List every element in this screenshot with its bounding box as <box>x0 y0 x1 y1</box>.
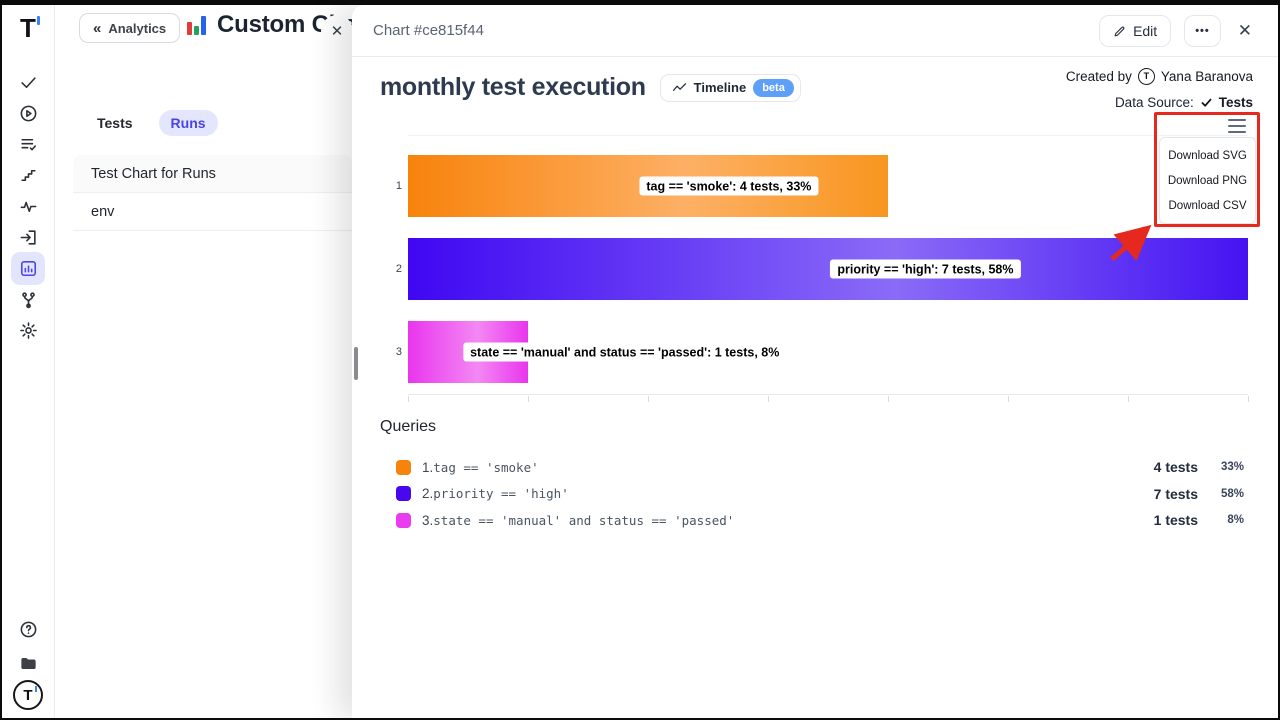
runs-play-icon[interactable] <box>11 97 45 130</box>
query-percent: 33% <box>1204 461 1244 473</box>
app-window: T T « Analytics Custom Charts <box>0 0 1280 720</box>
list-item[interactable]: env <box>73 193 352 231</box>
analytics-bar-chart-icon[interactable] <box>11 252 45 285</box>
panel-close-icon[interactable]: ✕ <box>321 15 353 47</box>
drawer-header: Chart #ce815f44 Edit ••• ✕ <box>352 5 1278 57</box>
back-chevrons-icon: « <box>93 20 101 37</box>
icon-rail: T T <box>2 5 55 718</box>
bar-label: priority == 'high': 7 tests, 58% <box>830 260 1020 279</box>
y-axis-label: 3 <box>384 346 402 358</box>
bar-priority-high[interactable] <box>408 238 1248 300</box>
beta-badge: beta <box>753 79 794 97</box>
query-percent: 58% <box>1204 488 1244 500</box>
scrollbar-thumb[interactable] <box>354 347 358 380</box>
data-source-value: Tests <box>1219 95 1253 110</box>
data-source-label: Data Source: <box>1115 95 1194 110</box>
plans-list-check-icon[interactable] <box>11 128 45 161</box>
tab-runs[interactable]: Runs <box>159 110 218 136</box>
tab-tests[interactable]: Tests <box>85 110 145 136</box>
query-row: 3. state == 'manual' and status == 'pass… <box>396 507 1244 534</box>
more-options-button[interactable]: ••• <box>1184 15 1221 47</box>
settings-gear-icon[interactable] <box>11 314 45 347</box>
menu-item-download-png[interactable]: Download PNG <box>1160 168 1255 193</box>
menu-item-download-csv[interactable]: Download CSV <box>1160 193 1255 218</box>
query-text: priority == 'high' <box>433 486 568 501</box>
bar-chart: 1 tag == 'smoke': 4 tests, 33% 2 priorit… <box>408 135 1248 395</box>
created-by-label: Created by <box>1066 69 1132 84</box>
avatar-accent <box>35 686 37 692</box>
query-row: 2. priority == 'high' 7 tests 58% <box>396 481 1244 508</box>
creator-avatar: T <box>1138 68 1155 85</box>
query-text: tag == 'smoke' <box>433 460 538 475</box>
analytics-panel: « Analytics Custom Charts Tests Runs Tes… <box>55 5 352 718</box>
trend-line-icon <box>672 82 687 94</box>
bar-label: tag == 'smoke': 4 tests, 33% <box>639 177 818 196</box>
close-icon[interactable]: ✕ <box>1234 19 1256 43</box>
query-tests-count: 4 tests <box>1124 459 1198 475</box>
query-index: 1. <box>422 460 433 475</box>
creator-name: Yana Baranova <box>1161 69 1253 84</box>
import-sign-in-icon[interactable] <box>11 221 45 254</box>
pencil-icon <box>1113 25 1126 38</box>
chart-list: Test Chart for Runs env <box>73 155 352 231</box>
y-axis-label: 2 <box>384 263 402 275</box>
timeline-toggle-button[interactable]: Timeline beta <box>660 74 801 102</box>
panel-tabs: Tests Runs <box>85 110 218 136</box>
logo-accent <box>37 16 40 25</box>
tests-check-icon[interactable] <box>11 66 45 99</box>
query-color-swatch <box>396 513 411 528</box>
query-tests-count: 1 tests <box>1124 512 1198 528</box>
git-branch-icon[interactable] <box>11 283 45 316</box>
y-axis-label: 1 <box>384 180 402 192</box>
app-logo[interactable]: T <box>20 15 36 41</box>
query-color-swatch <box>396 460 411 475</box>
chart-menu-hamburger-icon[interactable] <box>1228 119 1246 136</box>
bar-label: state == 'manual' and status == 'passed'… <box>463 343 786 362</box>
query-tests-count: 7 tests <box>1124 486 1198 502</box>
list-item[interactable]: Test Chart for Runs <box>73 155 352 193</box>
queries-heading: Queries <box>380 418 436 436</box>
download-menu: Download SVG Download PNG Download CSV <box>1159 137 1256 224</box>
edit-button[interactable]: Edit <box>1099 15 1171 47</box>
back-to-analytics-button[interactable]: « Analytics <box>79 13 180 43</box>
chart-drawer: Chart #ce815f44 Edit ••• ✕ monthly test … <box>352 5 1278 718</box>
check-icon <box>1200 96 1213 109</box>
query-color-swatch <box>396 486 411 501</box>
query-row: 1. tag == 'smoke' 4 tests 33% <box>396 454 1244 481</box>
chart-meta: Created by T Yana Baranova Data Source: … <box>1066 67 1253 119</box>
user-avatar[interactable]: T <box>13 680 43 710</box>
query-percent: 8% <box>1204 514 1244 526</box>
queries-list: 1. tag == 'smoke' 4 tests 33% 2. priorit… <box>396 454 1244 534</box>
help-icon[interactable] <box>11 612 45 646</box>
query-index: 2. <box>422 486 433 501</box>
projects-folder-icon[interactable] <box>11 646 45 680</box>
activity-pulse-icon[interactable] <box>11 190 45 223</box>
query-text: state == 'manual' and status == 'passed' <box>433 513 734 528</box>
drawer-title: Chart #ce815f44 <box>373 22 484 39</box>
query-index: 3. <box>422 513 433 528</box>
steps-icon[interactable] <box>11 159 45 192</box>
menu-item-download-svg[interactable]: Download SVG <box>1160 143 1255 168</box>
custom-charts-icon <box>185 13 209 37</box>
chart-heading: monthly test execution <box>380 73 646 102</box>
